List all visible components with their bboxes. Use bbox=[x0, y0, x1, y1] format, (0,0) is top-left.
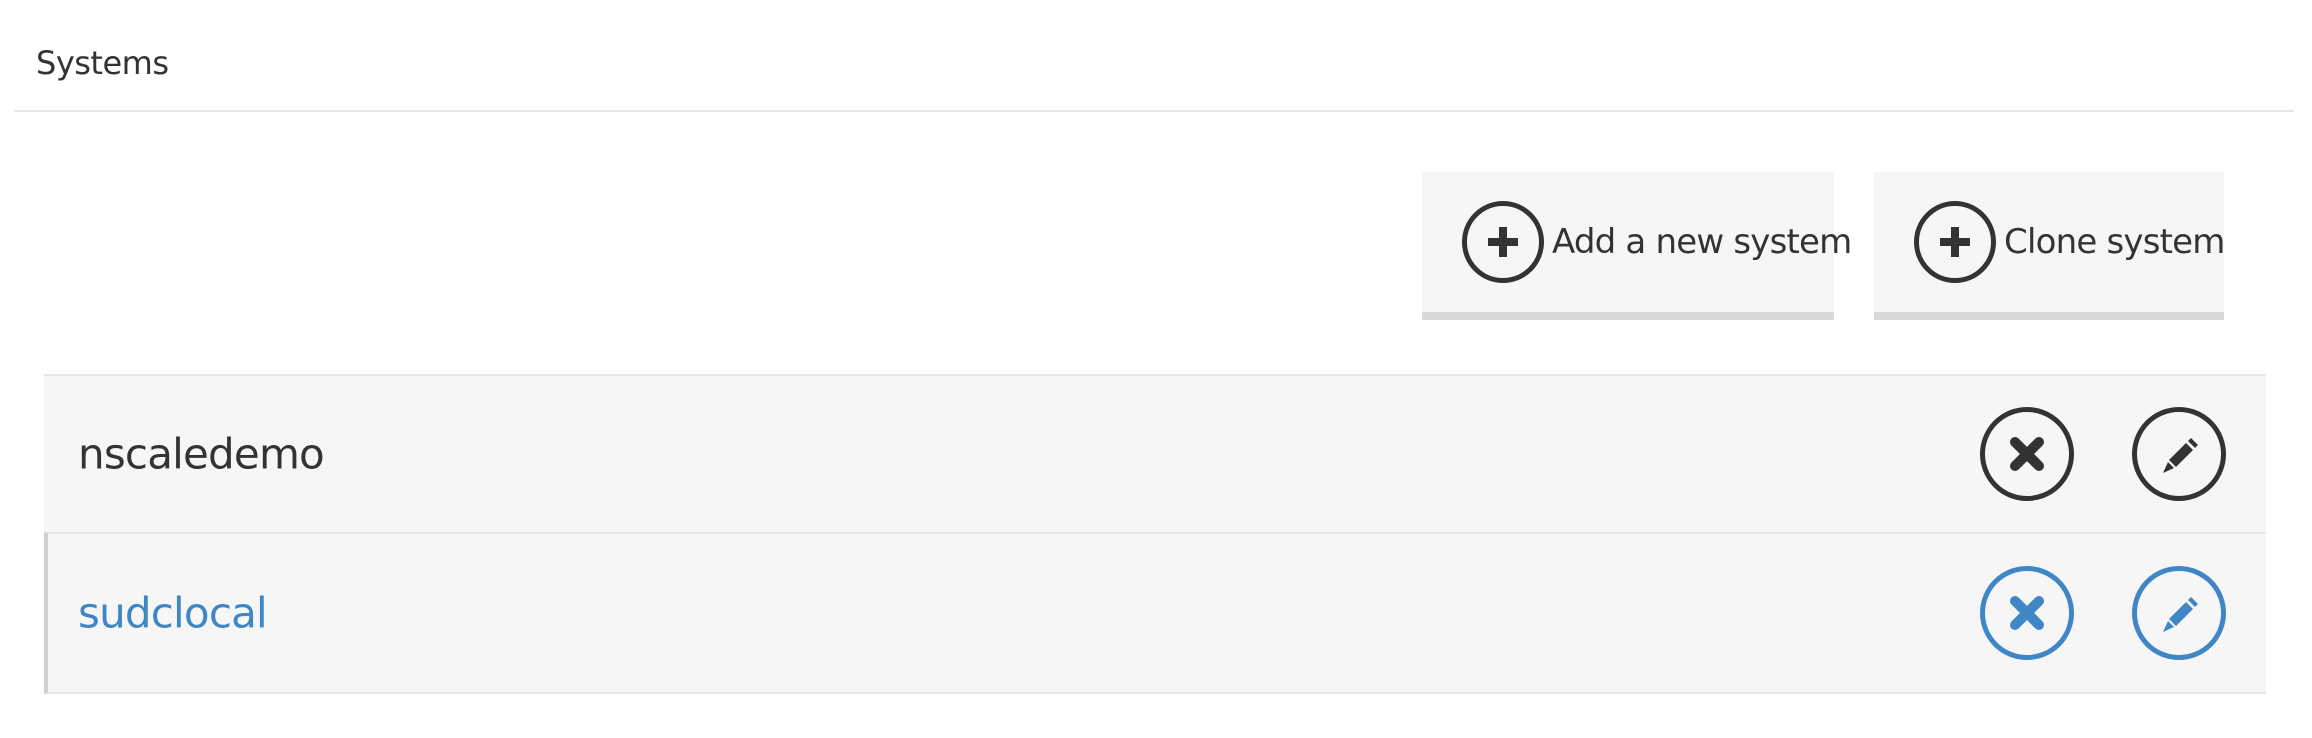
clone-system-label: Clone system bbox=[2004, 222, 2225, 262]
add-system-label: Add a new system bbox=[1552, 222, 1852, 262]
plus-circle-icon bbox=[1462, 201, 1544, 283]
pencil-icon bbox=[2163, 438, 2198, 473]
system-row-nscaledemo[interactable]: nscaledemo bbox=[44, 374, 2266, 532]
pencil-icon bbox=[2163, 597, 2198, 632]
delete-system-button[interactable] bbox=[1980, 566, 2074, 660]
close-icon bbox=[2010, 437, 2044, 471]
delete-system-button[interactable] bbox=[1980, 407, 2074, 501]
system-list: nscaledemo sudclocal bbox=[44, 374, 2266, 694]
page-header: Systems bbox=[14, 0, 2294, 112]
plus-circle-icon bbox=[1914, 201, 1996, 283]
system-name-selected[interactable]: sudclocal bbox=[78, 589, 268, 638]
add-system-button[interactable]: Add a new system bbox=[1422, 172, 1852, 320]
close-icon bbox=[2010, 596, 2044, 630]
system-row-sudclocal[interactable]: sudclocal bbox=[44, 532, 2266, 694]
edit-system-button[interactable] bbox=[2132, 566, 2226, 660]
system-name[interactable]: nscaledemo bbox=[78, 430, 325, 479]
edit-system-button[interactable] bbox=[2132, 407, 2226, 501]
clone-system-button[interactable]: Clone system bbox=[1874, 172, 2225, 320]
page-title: Systems bbox=[36, 44, 169, 82]
